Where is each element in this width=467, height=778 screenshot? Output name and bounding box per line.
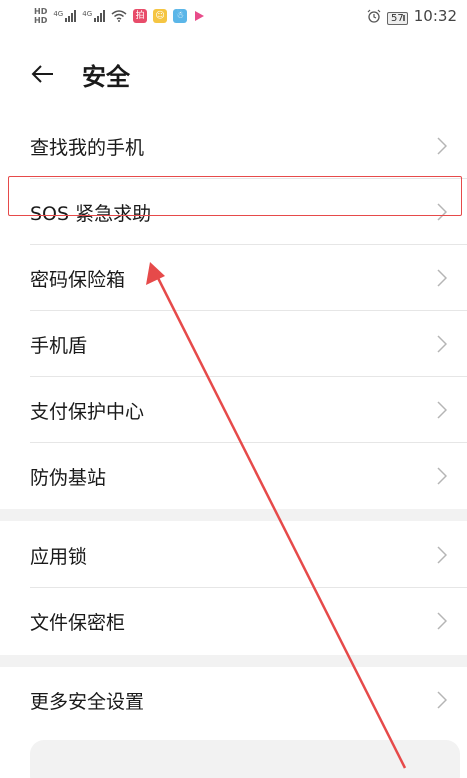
- chevron-right-icon: [437, 691, 447, 709]
- wifi-icon: [111, 10, 127, 22]
- settings-item-more-security[interactable]: 更多安全设置: [0, 667, 467, 733]
- battery-icon: 57: [387, 7, 408, 25]
- page-title: 安全: [82, 62, 130, 91]
- settings-item-phone-shield[interactable]: 手机盾: [0, 311, 467, 377]
- status-right: 57 10:32: [367, 7, 457, 25]
- back-arrow-icon[interactable]: [30, 61, 56, 87]
- chevron-right-icon: [437, 401, 447, 419]
- settings-item-password-vault[interactable]: 密码保险箱: [0, 245, 467, 311]
- hd-tag: HD: [34, 16, 48, 25]
- settings-item-sos[interactable]: SOS 紧急求助: [0, 179, 467, 245]
- group-separator: [0, 655, 467, 667]
- settings-item-label: 应用锁: [30, 545, 88, 568]
- status-time: 10:32: [413, 7, 457, 25]
- settings-item-label: 支付保护中心: [30, 400, 145, 423]
- status-left: HD HD 4G 4G 拍 ☺ ☃: [34, 7, 205, 25]
- settings-item-file-safe[interactable]: 文件保密柜: [0, 588, 467, 654]
- settings-item-label: 手机盾: [30, 334, 88, 357]
- signal-sim1-icon: 4G: [53, 10, 77, 22]
- app-notification-icon: 拍: [133, 9, 148, 23]
- chevron-right-icon: [437, 137, 447, 155]
- status-bar: HD HD 4G 4G 拍 ☺ ☃ 57 10:32: [0, 0, 467, 32]
- hd-tags: HD HD: [34, 7, 47, 25]
- chevron-right-icon: [437, 612, 447, 630]
- signal-sim2-icon: 4G: [82, 10, 106, 22]
- settings-item-find-my-phone[interactable]: 查找我的手机: [0, 113, 467, 179]
- play-notification-icon: [195, 11, 205, 21]
- chevron-right-icon: [437, 467, 447, 485]
- alarm-icon: [367, 9, 381, 23]
- chevron-right-icon: [437, 546, 447, 564]
- chevron-right-icon: [437, 203, 447, 221]
- settings-item-label: SOS 紧急求助: [30, 202, 152, 225]
- app-notification-icon: ☃: [173, 9, 188, 23]
- page-header: 安全: [0, 48, 467, 100]
- settings-item-fake-base-station[interactable]: 防伪基站: [0, 443, 467, 509]
- chevron-right-icon: [437, 269, 447, 287]
- settings-item-label: 文件保密柜: [30, 611, 126, 634]
- settings-group-1: 查找我的手机 SOS 紧急求助 密码保险箱 手机盾 支付保护中心 防伪基站: [0, 113, 467, 509]
- settings-item-payment-protection[interactable]: 支付保护中心: [0, 377, 467, 443]
- settings-group-2: 应用锁 文件保密柜: [0, 522, 467, 654]
- settings-item-label: 防伪基站: [30, 466, 107, 489]
- settings-item-label: 更多安全设置: [30, 690, 145, 713]
- settings-item-app-lock[interactable]: 应用锁: [0, 522, 467, 588]
- settings-group-3: 更多安全设置: [0, 667, 467, 733]
- hd-tag: HD: [34, 7, 48, 16]
- bottom-card: [30, 740, 460, 778]
- group-separator: [0, 509, 467, 521]
- app-notification-icon: ☺: [153, 9, 168, 23]
- settings-item-label: 密码保险箱: [30, 268, 126, 291]
- chevron-right-icon: [437, 335, 447, 353]
- settings-item-label: 查找我的手机: [30, 136, 145, 159]
